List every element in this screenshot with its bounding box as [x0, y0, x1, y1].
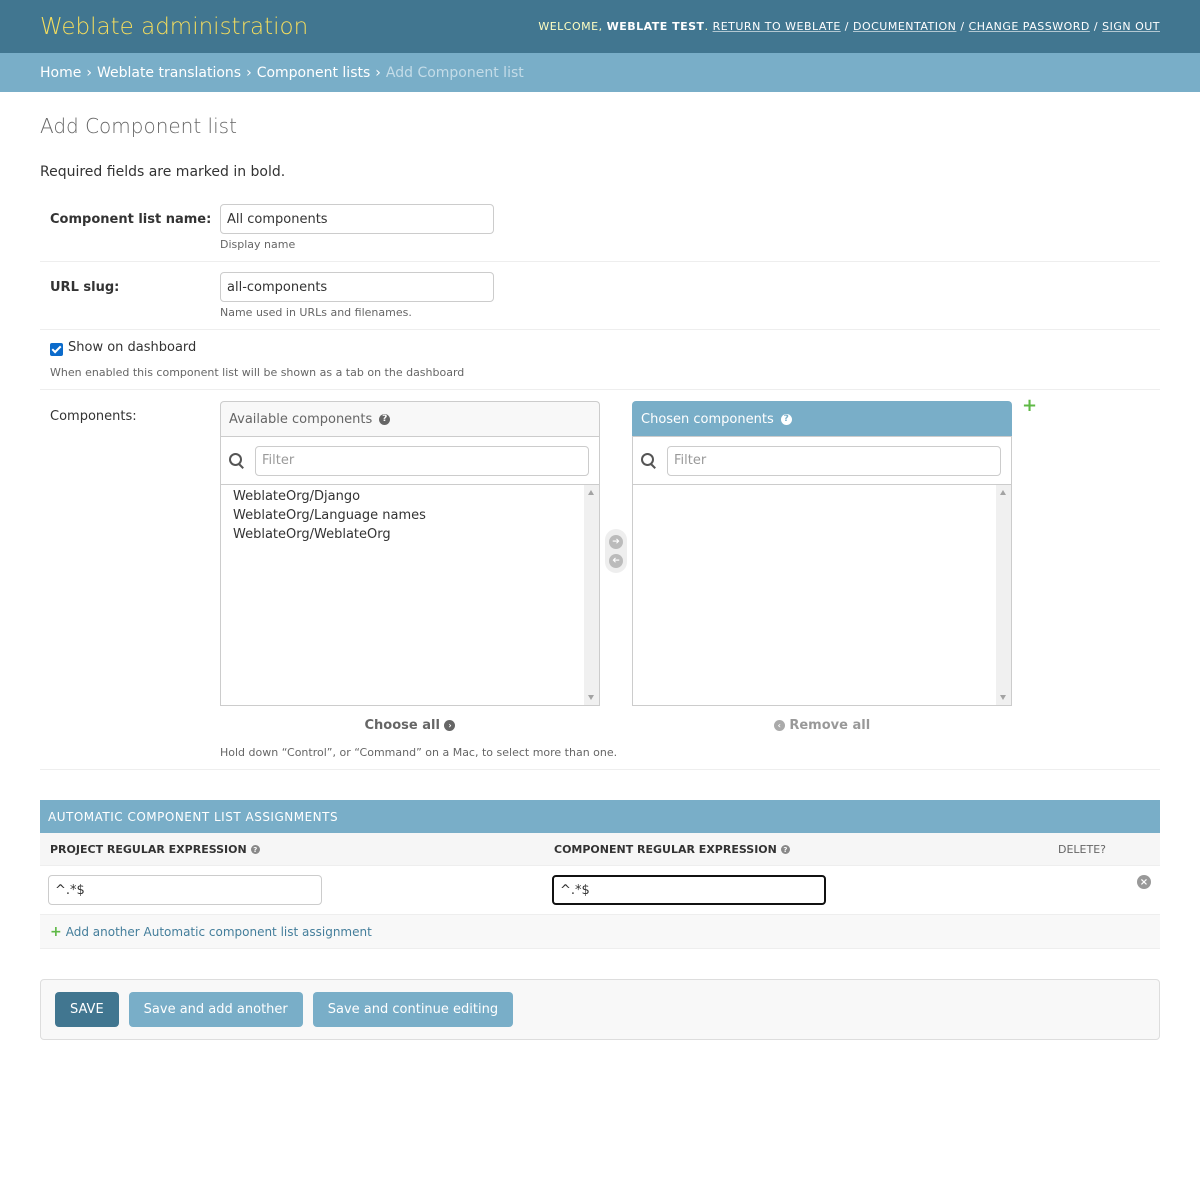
name-input[interactable]	[220, 204, 494, 234]
arrow-left-icon: ‹	[773, 720, 785, 731]
project-regex-input[interactable]: ^.*$	[48, 875, 322, 905]
table-row: ^.*$ ^.*$ ×	[40, 866, 1160, 915]
help-icon[interactable]: ?	[780, 845, 790, 854]
arrow-right-icon: ›	[444, 720, 456, 731]
move-right-icon[interactable]: ➔	[609, 534, 623, 549]
plus-icon: +	[50, 923, 62, 940]
components-label: Components:	[50, 409, 137, 424]
chosen-box: Chosen components ? Filter	[632, 401, 1012, 706]
component-regex-input[interactable]: ^.*$	[552, 875, 826, 905]
chosen-header: Chosen components ?	[632, 401, 1012, 436]
breadcrumb-component-lists[interactable]: Component lists	[257, 65, 371, 81]
site-header: Weblate administration WELCOME, WEBLATE …	[0, 0, 1200, 53]
show-dashboard-label[interactable]: Show on dashboard	[68, 340, 196, 355]
slug-help: Name used in URLs and filenames.	[220, 306, 412, 319]
slug-row: URL slug: Name used in URLs and filename…	[40, 262, 1160, 330]
components-help: Hold down “Control”, or “Command” on a M…	[220, 746, 618, 759]
help-icon[interactable]: ?	[780, 413, 792, 425]
show-dashboard-help: When enabled this component list will be…	[50, 366, 465, 379]
save-and-add-another-button[interactable]: Save and add another	[128, 992, 303, 1027]
site-brand[interactable]: Weblate administration	[40, 14, 308, 40]
show-dashboard-row: Show on dashboard When enabled this comp…	[40, 330, 1160, 390]
help-icon[interactable]: ?	[250, 845, 260, 854]
change-password-link[interactable]: CHANGE PASSWORD	[969, 20, 1090, 33]
available-filter-input[interactable]: Filter	[255, 445, 589, 476]
documentation-link[interactable]: DOCUMENTATION	[853, 20, 956, 33]
chosen-list[interactable]	[632, 484, 1012, 706]
delete-row-icon[interactable]: ×	[1137, 875, 1151, 889]
inline-title: AUTOMATIC COMPONENT LIST ASSIGNMENTS	[40, 800, 1160, 833]
show-dashboard-checkbox[interactable]	[50, 343, 63, 356]
components-row: Components: Available components ? Filte…	[40, 390, 1160, 770]
save-button[interactable]: SAVE	[55, 992, 119, 1027]
required-note: Required fields are marked in bold.	[40, 164, 286, 180]
available-header: Available components ?	[220, 401, 600, 436]
add-related-plus-icon[interactable]: +	[1022, 395, 1037, 416]
available-list[interactable]: WeblateOrg/Django WeblateOrg/Language na…	[220, 484, 600, 706]
name-row: Component list name: Display name	[40, 194, 1160, 262]
slug-label: URL slug:	[50, 280, 120, 295]
breadcrumb: Home › Weblate translations › Component …	[0, 53, 1200, 92]
col-delete: DELETE?	[1058, 842, 1107, 856]
save-and-continue-button[interactable]: Save and continue editing	[312, 992, 514, 1027]
list-item[interactable]: WeblateOrg/Language names	[233, 506, 587, 525]
list-item[interactable]: WeblateOrg/WeblateOrg	[233, 525, 587, 544]
components-selector: Available components ? Filter WeblateOrg…	[220, 395, 1037, 706]
chosen-scrollbar[interactable]	[996, 485, 1011, 705]
name-help: Display name	[220, 238, 296, 251]
breadcrumb-weblate-translations[interactable]: Weblate translations	[97, 65, 241, 81]
breadcrumb-current: Add Component list	[385, 64, 524, 81]
slug-input[interactable]	[220, 272, 494, 302]
available-box: Available components ? Filter WeblateOrg…	[220, 401, 600, 706]
sign-out-link[interactable]: SIGN OUT	[1102, 20, 1160, 33]
user-tools: WELCOME, WEBLATE TEST. RETURN TO WEBLATE…	[538, 20, 1160, 33]
add-another-link[interactable]: Add another Automatic component list ass…	[66, 925, 372, 939]
automatic-assignments-inline: AUTOMATIC COMPONENT LIST ASSIGNMENTS PRO…	[40, 800, 1160, 949]
col-component: COMPONENT REGULAR EXPRESSION	[554, 842, 777, 856]
add-another-row: + Add another Automatic component list a…	[40, 915, 1160, 949]
return-to-weblate-link[interactable]: RETURN TO WEBLATE	[713, 20, 841, 33]
available-scrollbar[interactable]	[584, 485, 599, 705]
move-arrows: ➔ ➔	[600, 401, 632, 573]
username: WEBLATE TEST	[606, 20, 705, 33]
move-left-icon[interactable]: ➔	[609, 553, 623, 568]
list-item[interactable]: WeblateOrg/Django	[233, 487, 587, 506]
breadcrumb-home[interactable]: Home	[40, 65, 81, 81]
help-icon[interactable]: ?	[379, 413, 391, 425]
remove-all-button[interactable]: ‹ Remove all	[632, 718, 1012, 733]
search-icon	[641, 452, 657, 469]
welcome-text: WELCOME,	[538, 20, 603, 33]
name-label: Component list name:	[50, 212, 212, 227]
search-icon	[229, 452, 245, 469]
col-project: PROJECT REGULAR EXPRESSION	[50, 842, 247, 856]
chosen-filter-input[interactable]: Filter	[667, 445, 1001, 476]
inline-columns: PROJECT REGULAR EXPRESSION? COMPONENT RE…	[40, 833, 1160, 866]
choose-all-button[interactable]: Choose all ›	[220, 718, 600, 733]
submit-row: SAVE Save and add another Save and conti…	[40, 979, 1160, 1040]
page-title: Add Component list	[40, 114, 237, 138]
